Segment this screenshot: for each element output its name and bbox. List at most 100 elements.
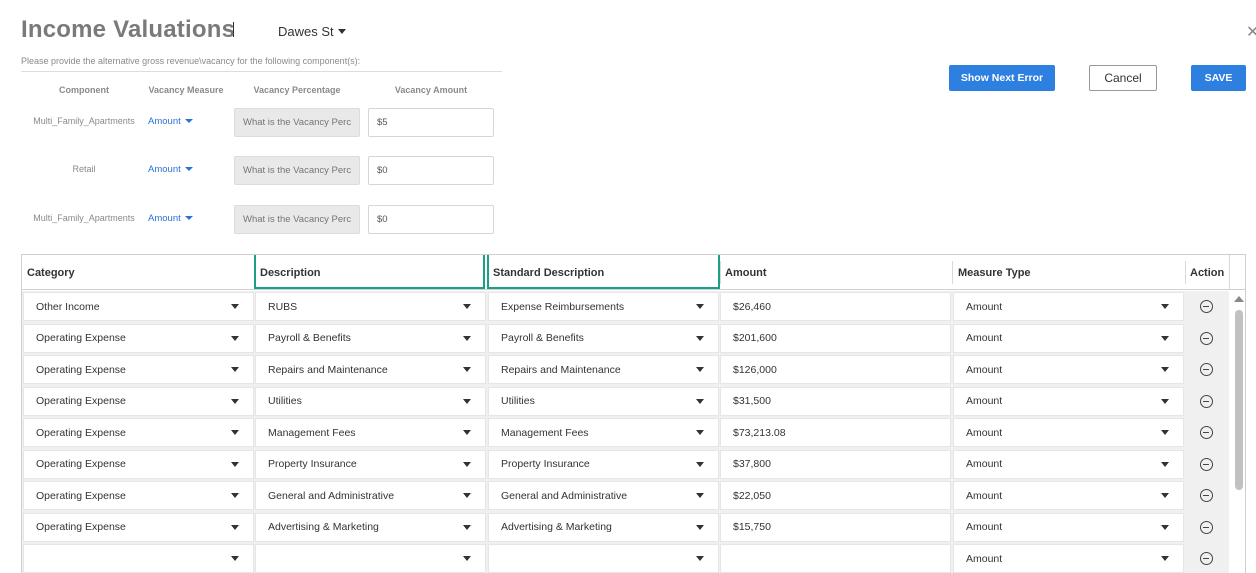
standard-description-dropdown[interactable] (488, 544, 719, 573)
vacancy-measure-dropdown[interactable]: Amount (148, 164, 193, 175)
amount-cell[interactable]: $73,213.08 (720, 418, 951, 447)
remove-row-button[interactable] (1188, 418, 1224, 447)
amount-cell[interactable]: $31,500 (720, 386, 951, 416)
vacancy-amount-input[interactable] (368, 108, 494, 137)
remove-row-button[interactable] (1188, 544, 1224, 573)
category-dropdown[interactable]: Operating Expense (23, 449, 254, 479)
chevron-down-icon (1161, 430, 1169, 435)
scroll-thumb[interactable] (1235, 310, 1243, 490)
description-dropdown[interactable]: Property Insurance (255, 449, 486, 479)
amount-cell[interactable]: $201,600 (720, 323, 951, 353)
category-dropdown[interactable]: Operating Expense (23, 386, 254, 416)
measure-type-dropdown[interactable]: Amount (953, 512, 1184, 542)
category-dropdown[interactable]: Other Income (23, 292, 254, 321)
remove-row-button[interactable] (1188, 387, 1224, 416)
vacancy-percentage-input[interactable] (234, 108, 360, 137)
description-dropdown[interactable]: Management Fees (255, 418, 486, 447)
amount-cell[interactable]: $15,750 (720, 512, 951, 542)
column-header-measure-type[interactable]: Measure Type (953, 255, 1185, 290)
measure-type-dropdown[interactable]: Amount (953, 386, 1184, 416)
standard-description-dropdown[interactable]: General and Administrative (488, 481, 719, 510)
remove-row-button[interactable] (1188, 481, 1224, 510)
cell-value: Operating Expense (36, 521, 126, 533)
chevron-down-icon (463, 524, 471, 530)
vacancy-measure-value: Amount (148, 164, 181, 175)
save-button[interactable]: SAVE (1191, 65, 1246, 91)
remove-row-button[interactable] (1188, 450, 1224, 479)
standard-description-dropdown[interactable]: Repairs and Maintenance (488, 355, 719, 384)
column-header-amount[interactable]: Amount (720, 255, 952, 290)
close-icon[interactable]: ✕ (1246, 22, 1256, 42)
description-dropdown[interactable]: Payroll & Benefits (255, 323, 486, 353)
cell-value: Amount (966, 332, 1003, 344)
description-dropdown[interactable]: Advertising & Marketing (255, 512, 486, 542)
category-dropdown[interactable]: Operating Expense (23, 418, 254, 447)
category-dropdown[interactable]: Operating Expense (23, 481, 254, 510)
chevron-down-icon (1161, 556, 1169, 561)
amount-cell[interactable]: $22,050 (720, 481, 951, 510)
amount-cell[interactable] (720, 544, 951, 573)
measure-type-dropdown[interactable]: Amount (953, 544, 1184, 573)
amount-cell[interactable]: $37,800 (720, 449, 951, 479)
vacancy-percentage-input[interactable] (234, 156, 360, 185)
standard-description-dropdown[interactable]: Utilities (488, 386, 719, 416)
grid-scrollbar[interactable] (1231, 291, 1245, 573)
chevron-down-icon (696, 367, 704, 372)
standard-description-dropdown[interactable]: Management Fees (488, 418, 719, 447)
table-row: Operating Expense Utilities Utilities $31,5… (22, 386, 1229, 416)
measure-type-dropdown[interactable]: Amount (953, 481, 1184, 510)
income-grid: Category Description Standard Descriptio… (21, 254, 1246, 573)
cell-value: Management Fees (268, 426, 356, 439)
amount-cell[interactable]: $126,000 (720, 355, 951, 384)
description-dropdown[interactable]: General and Administrative (255, 481, 486, 510)
scroll-up-icon[interactable] (1234, 296, 1244, 302)
chevron-down-icon (463, 493, 471, 498)
category-dropdown[interactable]: Operating Expense (23, 512, 254, 542)
category-dropdown[interactable] (23, 544, 254, 573)
property-selector[interactable]: Dawes St (278, 24, 346, 39)
measure-type-dropdown[interactable]: Amount (953, 449, 1184, 479)
vacancy-measure-dropdown[interactable]: Amount (148, 116, 193, 127)
description-dropdown[interactable]: RUBS (255, 292, 486, 321)
description-dropdown[interactable] (255, 544, 486, 573)
chevron-down-icon (463, 430, 471, 435)
column-header-category[interactable]: Category (22, 255, 254, 290)
category-dropdown[interactable]: Operating Expense (23, 323, 254, 353)
cell-value: Utilities (501, 395, 535, 407)
cancel-button[interactable]: Cancel (1089, 65, 1157, 91)
cell-value: $22,050 (733, 489, 771, 502)
chevron-down-icon (1161, 398, 1169, 404)
amount-cell[interactable]: $26,460 (720, 292, 951, 321)
description-dropdown[interactable]: Repairs and Maintenance (255, 355, 486, 384)
vacancy-amount-input[interactable] (368, 205, 494, 234)
chevron-down-icon (696, 556, 704, 561)
show-next-error-button[interactable]: Show Next Error (949, 65, 1055, 91)
measure-type-dropdown[interactable]: Amount (953, 292, 1184, 321)
remove-row-button[interactable] (1188, 355, 1224, 384)
chevron-down-icon (696, 430, 704, 435)
standard-description-dropdown[interactable]: Expense Reimbursements (488, 292, 719, 321)
table-row: Operating Expense Payroll & Benefits Payro… (22, 323, 1229, 353)
measure-type-dropdown[interactable]: Amount (953, 323, 1184, 353)
vacancy-header-percentage: Vacancy Percentage (253, 85, 341, 95)
cell-value: Utilities (268, 395, 302, 407)
vacancy-measure-dropdown[interactable]: Amount (148, 213, 193, 224)
remove-row-button[interactable] (1188, 513, 1224, 542)
vacancy-amount-input[interactable] (368, 156, 494, 185)
category-dropdown[interactable]: Operating Expense (23, 355, 254, 384)
measure-type-dropdown[interactable]: Amount (953, 418, 1184, 447)
standard-description-dropdown[interactable]: Payroll & Benefits (488, 323, 719, 353)
chevron-down-icon (1161, 461, 1169, 467)
divider (21, 71, 502, 72)
chevron-down-icon (696, 461, 704, 467)
vacancy-percentage-input[interactable] (234, 205, 360, 234)
description-header-highlight (254, 255, 485, 289)
standard-description-dropdown[interactable]: Property Insurance (488, 449, 719, 479)
cell-value: Amount (966, 552, 1003, 565)
standard-description-dropdown[interactable]: Advertising & Marketing (488, 512, 719, 542)
remove-row-button[interactable] (1188, 292, 1224, 321)
cell-value: Repairs and Maintenance (501, 363, 621, 376)
remove-row-button[interactable] (1188, 324, 1224, 353)
description-dropdown[interactable]: Utilities (255, 386, 486, 416)
measure-type-dropdown[interactable]: Amount (953, 355, 1184, 384)
